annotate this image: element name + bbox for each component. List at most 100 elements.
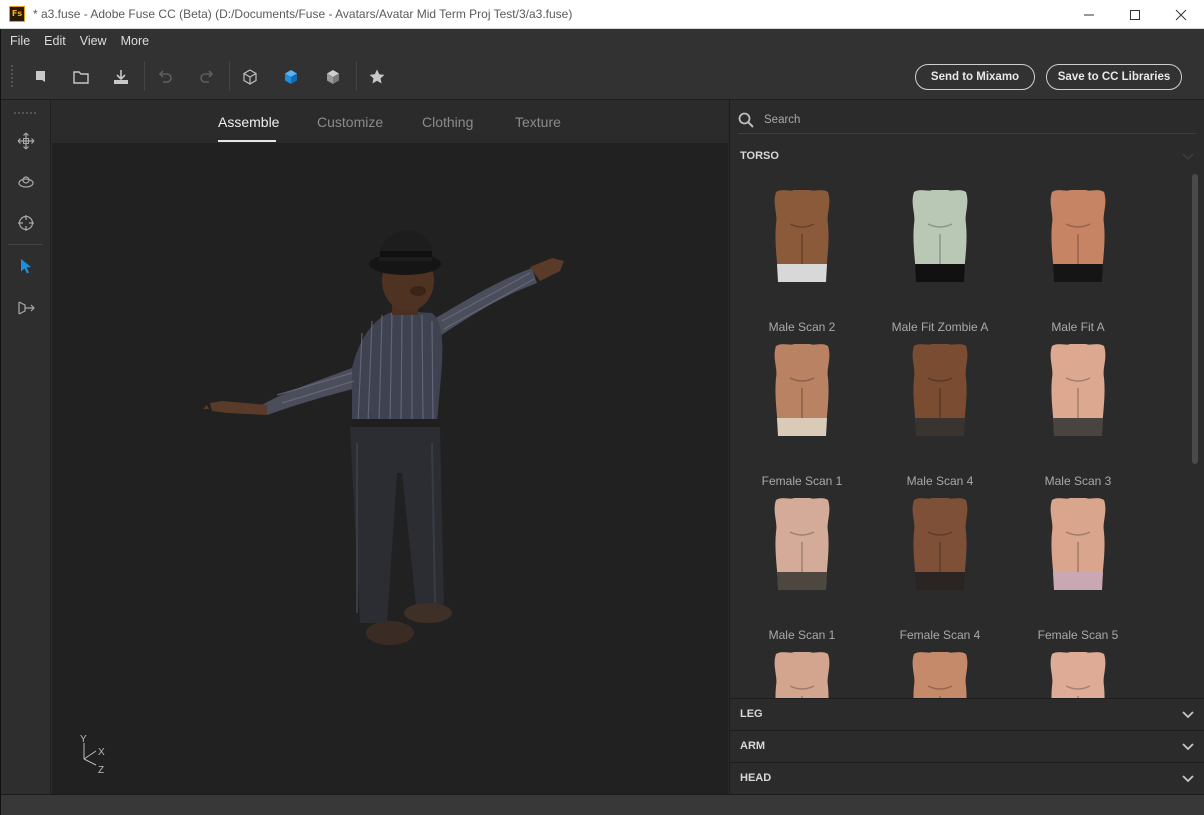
open-folder-button[interactable]: [69, 65, 93, 89]
redo-button[interactable]: [195, 65, 219, 89]
torso-item[interactable]: Female Scan 5: [1013, 492, 1143, 642]
torso-item[interactable]: Male Scan 1: [737, 492, 867, 642]
download-icon: [114, 70, 128, 84]
toolbar: Send to Mixamo Save to CC Libraries: [0, 53, 1204, 100]
favorite-button[interactable]: [365, 65, 389, 89]
torso-thumbnail: [875, 184, 1005, 304]
torso-item-label: Female Scan 5: [1037, 628, 1119, 642]
close-icon: [1175, 9, 1187, 20]
send-to-mixamo-button[interactable]: Send to Mixamo: [915, 64, 1035, 90]
axis-x-label: X: [98, 747, 105, 758]
mode-tabs: Assemble Customize Clothing Texture: [52, 100, 728, 143]
torso-item[interactable]: [737, 646, 867, 698]
category-torso-header[interactable]: TORSO: [730, 140, 1204, 172]
torso-item-label: Male Scan 3: [1044, 474, 1112, 488]
title-bar: Fs * a3.fuse - Adobe Fuse CC (Beta) (D:/…: [0, 0, 1204, 29]
toolbar-divider: [229, 61, 230, 91]
search-bar: [738, 106, 1196, 134]
orbit-tool-button[interactable]: [13, 169, 39, 195]
close-button[interactable]: [1158, 0, 1204, 29]
undo-icon: [158, 70, 172, 83]
redo-icon: [200, 70, 214, 83]
category-leg-header[interactable]: LEG: [730, 698, 1204, 730]
undo-button[interactable]: [153, 65, 177, 89]
torso-item[interactable]: Female Scan 4: [875, 492, 1005, 642]
category-head-label: HEAD: [740, 772, 772, 784]
minimize-icon: [1084, 14, 1094, 15]
torso-item[interactable]: Male Scan 4: [875, 338, 1005, 488]
axis-y-label: Y: [80, 734, 87, 745]
maximize-button[interactable]: [1112, 0, 1158, 29]
torso-item[interactable]: Male Scan 3: [1013, 338, 1143, 488]
view-wireframe-button[interactable]: [238, 65, 262, 89]
cursor-arrow-icon: [21, 259, 31, 274]
torso-item[interactable]: Female Scan 1: [737, 338, 867, 488]
window-controls: [1066, 0, 1204, 29]
tab-customize[interactable]: Customize: [317, 114, 383, 130]
parts-library-panel: TORSO Male Scan 2 Male Fit Zombie A Male F…: [729, 100, 1204, 794]
torso-item[interactable]: Male Fit A: [1013, 184, 1143, 334]
avatar-model[interactable]: [52, 143, 728, 794]
new-file-icon: [36, 71, 45, 82]
new-file-button[interactable]: [28, 65, 52, 89]
toolbar-grip[interactable]: [11, 65, 13, 87]
torso-thumbnail: [737, 184, 867, 304]
torso-item[interactable]: Male Scan 2: [737, 184, 867, 334]
torso-item-label: Male Fit A: [1051, 320, 1105, 334]
torso-item-label: Male Scan 1: [768, 628, 836, 642]
tab-texture[interactable]: Texture: [515, 114, 561, 130]
tab-assemble[interactable]: Assemble: [218, 114, 279, 130]
save-to-cc-libraries-button[interactable]: Save to CC Libraries: [1046, 64, 1182, 90]
folder-icon: [73, 71, 89, 84]
select-tool-button[interactable]: [13, 253, 39, 279]
view-solid-button[interactable]: [279, 65, 303, 89]
window-title: * a3.fuse - Adobe Fuse CC (Beta) (D:/Doc…: [33, 7, 573, 21]
torso-item[interactable]: [1013, 646, 1143, 698]
orbit-icon: [18, 176, 34, 188]
torso-grid: Male Scan 2 Male Fit Zombie A Male Fit A Fe…: [730, 170, 1200, 698]
left-toolbar-grip[interactable]: [14, 112, 36, 114]
3d-viewport[interactable]: Y X Z: [52, 143, 728, 794]
panel-scrollbar[interactable]: [1192, 174, 1198, 464]
export-arrow-icon: [18, 301, 35, 315]
minimize-button[interactable]: [1066, 0, 1112, 29]
cube-solid-icon: [285, 70, 297, 84]
axis-gizmo: Y X Z: [76, 733, 116, 777]
star-icon: [369, 69, 385, 84]
focus-tool-button[interactable]: [13, 210, 39, 236]
chevron-down-icon: [1182, 711, 1194, 719]
torso-thumbnail: [1013, 184, 1143, 304]
torso-thumbnail: [875, 338, 1005, 458]
menu-view[interactable]: View: [80, 34, 107, 48]
menu-file[interactable]: File: [10, 34, 30, 48]
status-bar: [0, 794, 1204, 815]
export-tool-button[interactable]: [13, 295, 39, 321]
menu-more[interactable]: More: [121, 34, 149, 48]
cube-outline-icon: [243, 69, 257, 85]
torso-thumbnail: [737, 338, 867, 458]
search-input[interactable]: [764, 113, 1164, 126]
torso-item-label: Male Fit Zombie A: [891, 320, 989, 334]
left-toolbar-divider: [8, 244, 43, 245]
save-button[interactable]: [109, 65, 133, 89]
category-head-header[interactable]: HEAD: [730, 762, 1204, 794]
torso-thumbnail: [1013, 338, 1143, 458]
pan-tool-button[interactable]: [13, 128, 39, 154]
category-arm-header[interactable]: ARM: [730, 730, 1204, 762]
chevron-up-icon: [1182, 153, 1194, 161]
torso-item[interactable]: [875, 646, 1005, 698]
torso-item[interactable]: Male Fit Zombie A: [875, 184, 1005, 334]
torso-thumbnail: [737, 646, 867, 698]
active-tab-indicator: [218, 140, 276, 142]
chevron-down-icon: [1182, 743, 1194, 751]
maximize-icon: [1130, 9, 1140, 20]
view-textured-button[interactable]: [321, 65, 345, 89]
torso-thumbnail: [1013, 492, 1143, 612]
menu-edit[interactable]: Edit: [44, 34, 66, 48]
menu-bar: File Edit View More: [0, 29, 1204, 53]
search-icon: [738, 112, 754, 128]
cube-textured-icon: [327, 70, 339, 84]
tab-clothing[interactable]: Clothing: [422, 114, 473, 130]
toolbar-divider: [356, 61, 357, 91]
category-leg-label: LEG: [740, 708, 763, 720]
